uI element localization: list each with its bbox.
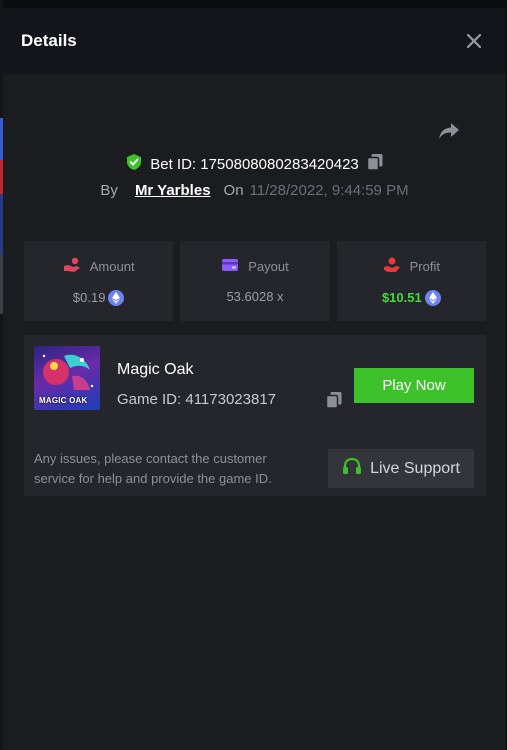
game-card: MAGIC OAK Magic Oak Game ID: 41173023817…: [24, 335, 486, 496]
headset-icon: [342, 457, 362, 481]
modal-header: Details: [3, 8, 506, 74]
live-support-label: Live Support: [370, 459, 460, 477]
stat-payout-value: 53.6028 x: [226, 289, 284, 304]
eth-icon: [108, 289, 125, 306]
stat-amount-value: $0.19: [72, 290, 106, 305]
username-link[interactable]: Mr Yarbles: [135, 182, 211, 199]
stat-profit: Profit $10.51: [336, 241, 486, 321]
game-thumbnail-label: MAGIC OAK: [39, 396, 88, 405]
hand-money-icon: [383, 257, 401, 276]
play-now-button[interactable]: Play Now: [354, 368, 474, 403]
modal-title: Details: [21, 31, 77, 50]
bet-id-row: Bet ID: 1750808080283420423: [3, 153, 506, 175]
bet-author-row: By Mr Yarbles On 11/28/2022, 9:44:59 PM: [3, 182, 506, 199]
hand-coins-icon: [63, 257, 81, 276]
close-icon[interactable]: [464, 31, 484, 51]
on-label: On: [223, 182, 244, 199]
stat-amount-label: Amount: [89, 258, 135, 274]
bet-details-modal: Details Bet ID: 1750808080283420423 By M…: [3, 8, 506, 750]
share-icon[interactable]: [437, 120, 461, 142]
support-note: Any issues, please contact the customer …: [34, 451, 272, 486]
bet-datetime: 11/28/2022, 9:44:59 PM: [249, 182, 409, 199]
bet-stats: Amount $0.19 Payout 53.6028 x Profit $10…: [24, 241, 486, 321]
shield-check-icon: [125, 153, 143, 175]
by-label: By: [100, 182, 118, 199]
game-id: Game ID: 41173023817: [117, 391, 277, 408]
copy-icon[interactable]: [366, 153, 384, 175]
stat-amount: Amount $0.19: [24, 241, 174, 321]
game-name: Magic Oak: [117, 361, 194, 378]
copy-icon[interactable]: [325, 391, 343, 414]
live-support-button[interactable]: Live Support: [328, 449, 474, 488]
stat-profit-label: Profit: [409, 258, 440, 274]
eth-icon: [424, 289, 441, 306]
stat-profit-value: $10.51: [381, 290, 422, 305]
wallet-card-icon: [221, 258, 239, 275]
game-thumbnail[interactable]: MAGIC OAK: [34, 346, 100, 410]
stat-payout-label: Payout: [248, 259, 289, 274]
bet-id: Bet ID: 1750808080283420423: [150, 155, 359, 173]
stat-payout: Payout 53.6028 x: [180, 241, 330, 321]
